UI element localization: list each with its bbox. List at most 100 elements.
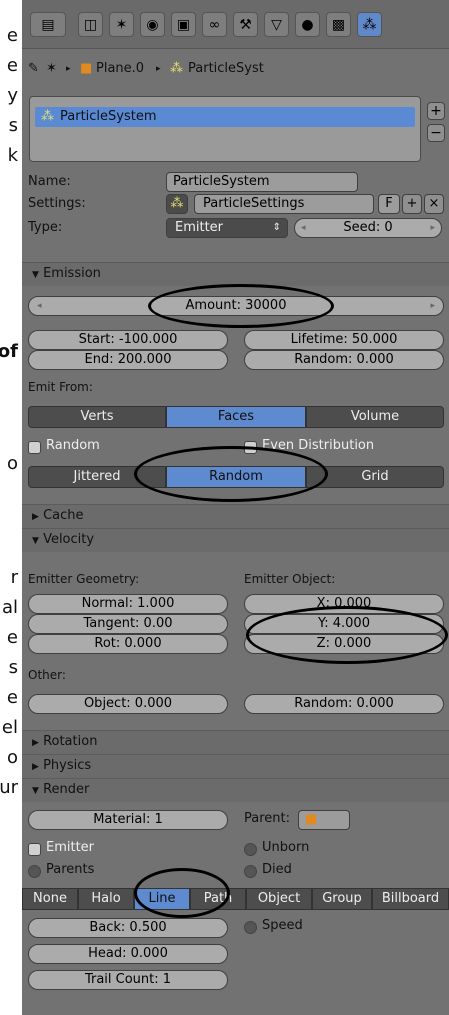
decrement-arrow-icon[interactable]: ◂ xyxy=(301,219,306,237)
object-velocity-field[interactable]: Object: 0.000 xyxy=(28,694,228,714)
particles-icon: ⁂ xyxy=(170,61,183,76)
particle-system-name: ParticleSyst xyxy=(188,61,264,76)
particles-icon: ⁂ xyxy=(41,109,54,124)
new-settings-icon[interactable]: + xyxy=(402,194,422,214)
texture-icon[interactable]: ▩ xyxy=(326,12,351,37)
velocity-random-field[interactable]: Random: 0.000 xyxy=(244,694,444,714)
cache-header[interactable]: ▶ Cache xyxy=(22,504,449,528)
increment-arrow-icon[interactable]: ▸ xyxy=(430,219,435,237)
seed-field[interactable]: ◂ Seed: 0 ▸ xyxy=(294,218,442,238)
normal-field[interactable]: Normal: 1.000 xyxy=(28,594,228,614)
particles-icon[interactable]: ⁂ xyxy=(166,194,188,214)
fake-user-button[interactable]: F xyxy=(378,194,400,214)
doc-line: s xyxy=(8,115,18,136)
annotation-ellipse xyxy=(246,606,448,664)
emitter-object-label: Emitter Object: xyxy=(244,572,336,586)
arrow-right-icon: ▸ xyxy=(66,64,71,74)
render-type-none[interactable]: None xyxy=(22,888,78,910)
died-label: Died xyxy=(262,862,292,877)
particles-icon[interactable]: ⁂ xyxy=(357,12,382,37)
menu-toggle-icon[interactable]: ▤ xyxy=(30,12,66,37)
unborn-checkbox[interactable] xyxy=(244,843,257,856)
parents-checkbox[interactable] xyxy=(28,865,41,878)
unborn-label: Unborn xyxy=(262,840,310,855)
doc-line: ur xyxy=(0,777,18,798)
annotation-ellipse xyxy=(134,446,328,502)
type-value: Emitter xyxy=(175,220,224,235)
render-type-billboard[interactable]: Billboard xyxy=(372,888,449,910)
arrow-right-icon: ▸ xyxy=(156,64,161,74)
scene-icon[interactable]: ✶ xyxy=(109,12,134,37)
doc-line: e xyxy=(6,25,18,46)
other-label: Other: xyxy=(28,668,66,682)
doc-line: y xyxy=(7,85,18,106)
object-name: Plane.0 xyxy=(96,61,145,76)
object-icon[interactable]: ▣ xyxy=(171,12,196,37)
material-icon[interactable]: ● xyxy=(295,12,320,37)
volume-button[interactable]: Volume xyxy=(306,406,444,428)
lifetime-field[interactable]: Lifetime: 50.000 xyxy=(244,330,444,350)
scene-icon: ✶ xyxy=(46,61,57,76)
particle-system-list[interactable]: ⁂ ParticleSystem xyxy=(29,96,421,162)
modifier-icon[interactable]: ⚒ xyxy=(233,12,258,37)
increment-arrow-icon[interactable]: ▸ xyxy=(430,297,435,315)
type-dropdown[interactable]: Emitter ⇕ xyxy=(166,218,288,238)
doc-line: o xyxy=(6,453,18,474)
constraints-icon[interactable]: ∞ xyxy=(202,12,227,37)
doc-line: e xyxy=(6,627,18,648)
trail-count-field[interactable]: Trail Count: 1 xyxy=(28,970,228,990)
remove-button[interactable]: − xyxy=(427,124,445,142)
velocity-header[interactable]: ▼ Velocity xyxy=(22,528,449,552)
head-field[interactable]: Head: 0.000 xyxy=(28,944,228,964)
mesh-object-icon: ■ xyxy=(80,61,93,76)
expanded-arrow-icon: ▼ xyxy=(32,786,39,796)
unlink-icon[interactable]: × xyxy=(424,194,444,214)
decrement-arrow-icon[interactable]: ◂ xyxy=(37,297,42,315)
list-item[interactable]: ⁂ ParticleSystem xyxy=(35,107,415,127)
world-icon[interactable]: ◉ xyxy=(140,12,165,37)
mesh-data-icon[interactable]: ▽ xyxy=(264,12,289,37)
emitter-geometry-label: Emitter Geometry: xyxy=(28,572,140,586)
render-type-group[interactable]: Group xyxy=(312,888,372,910)
pin-icon[interactable]: ✎ xyxy=(28,61,39,76)
rotation-header[interactable]: ▶ Rotation xyxy=(22,730,449,754)
parents-label: Parents xyxy=(46,862,95,877)
breadcrumb: ✎ ✶ ▸ ■ Plane.0 ▸ ⁂ ParticleSyst xyxy=(22,58,449,82)
doc-line: e xyxy=(6,55,18,76)
doc-line: al xyxy=(1,597,18,618)
died-checkbox[interactable] xyxy=(244,865,257,878)
settings-field[interactable]: ParticleSettings xyxy=(194,194,374,214)
render-type-object[interactable]: Object xyxy=(246,888,312,910)
collapsed-arrow-icon: ▶ xyxy=(32,512,39,522)
doc-line: s xyxy=(8,657,18,678)
verts-button[interactable]: Verts xyxy=(28,406,166,428)
render-header[interactable]: ▼ Render xyxy=(22,778,449,802)
tangent-rotation-field[interactable]: Rot: 0.000 xyxy=(28,634,228,654)
lifetime-random-field[interactable]: Random: 0.000 xyxy=(244,350,444,370)
faces-button[interactable]: Faces xyxy=(166,406,306,428)
random-checkbox[interactable] xyxy=(28,441,41,454)
render-type-halo[interactable]: Halo xyxy=(78,888,134,910)
emitter-checkbox[interactable] xyxy=(28,843,41,856)
section-title: Emission xyxy=(43,266,101,281)
render-icon[interactable]: ◫ xyxy=(78,12,103,37)
add-button[interactable]: + xyxy=(427,102,445,120)
material-field[interactable]: Material: 1 xyxy=(28,810,228,830)
name-field[interactable]: ParticleSystem xyxy=(166,172,358,192)
doc-line: r xyxy=(10,567,18,588)
back-field[interactable]: Back: 0.500 xyxy=(28,918,228,938)
parent-object-field[interactable]: ■ xyxy=(298,810,350,830)
collapsed-arrow-icon: ▶ xyxy=(32,738,39,748)
doc-line: k xyxy=(7,145,18,166)
tangent-field[interactable]: Tangent: 0.00 xyxy=(28,614,228,634)
parent-label: Parent: xyxy=(244,811,290,826)
physics-header[interactable]: ▶ Physics xyxy=(22,754,449,778)
speed-label: Speed xyxy=(262,918,303,933)
emission-header[interactable]: ▼ Emission xyxy=(22,262,449,286)
doc-line: o xyxy=(6,747,18,768)
seed-value: Seed: 0 xyxy=(343,220,393,235)
start-field[interactable]: Start: -100.000 xyxy=(28,330,228,350)
speed-checkbox[interactable] xyxy=(244,921,257,934)
end-field[interactable]: End: 200.000 xyxy=(28,350,228,370)
expanded-arrow-icon: ▼ xyxy=(32,270,39,280)
